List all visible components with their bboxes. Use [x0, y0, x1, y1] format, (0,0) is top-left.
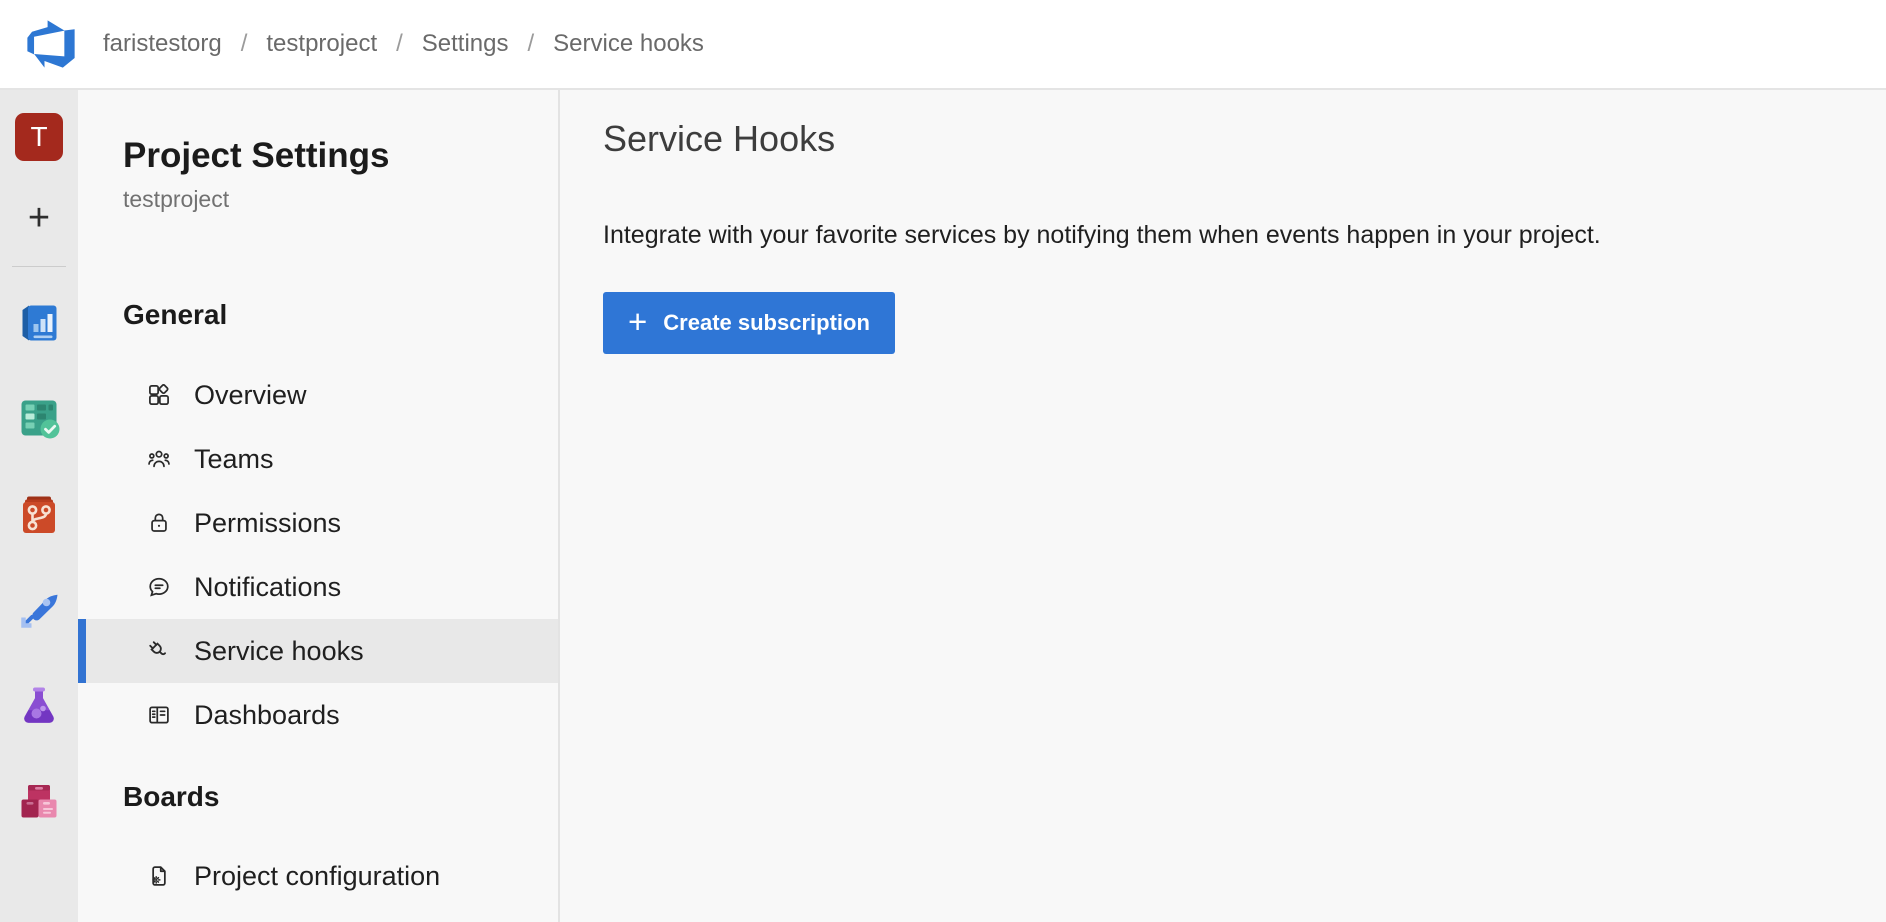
sidebar-item-service-hooks[interactable]: Service hooks — [78, 619, 558, 683]
page-title: Service Hooks — [603, 116, 1886, 162]
sidebar-item-project-configuration[interactable]: Project configuration — [78, 844, 558, 908]
project-settings-sidebar: Project Settings testproject General Ove… — [78, 90, 560, 922]
sidebar-item-label: Dashboards — [194, 700, 340, 731]
sidebar-item-teams[interactable]: Teams — [78, 427, 558, 491]
azure-devops-logo-icon[interactable] — [24, 17, 78, 71]
project-avatar[interactable]: T — [15, 113, 63, 161]
sidebar-item-label: Notifications — [194, 572, 341, 603]
plug-icon — [146, 638, 172, 664]
sidebar-item-label: Teams — [194, 444, 274, 475]
left-rail: T + — [0, 90, 78, 922]
sidebar-subtitle: testproject — [78, 186, 558, 213]
boards-rail-icon[interactable] — [15, 394, 63, 442]
test-plans-rail-icon[interactable] — [15, 682, 63, 730]
breadcrumb-separator: / — [396, 30, 403, 58]
document-gear-icon — [146, 863, 172, 889]
sidebar-item-permissions[interactable]: Permissions — [78, 491, 558, 555]
page-description: Integrate with your favorite services by… — [603, 220, 1886, 251]
plus-icon: + — [628, 305, 647, 338]
sidebar-item-notifications[interactable]: Notifications — [78, 555, 558, 619]
breadcrumb-separator: / — [241, 30, 248, 58]
breadcrumb-separator: / — [528, 30, 535, 58]
sidebar-item-label: Overview — [194, 380, 307, 411]
breadcrumb: faristestorg / testproject / Settings / … — [103, 30, 704, 58]
add-project-item-button[interactable]: + — [15, 194, 63, 242]
create-subscription-label: Create subscription — [663, 310, 870, 336]
rail-divider — [12, 266, 66, 267]
overview-rail-icon[interactable] — [15, 299, 63, 347]
sidebar-item-overview[interactable]: Overview — [78, 363, 558, 427]
sidebar-title: Project Settings — [78, 136, 558, 176]
top-bar: faristestorg / testproject / Settings / … — [0, 0, 1886, 90]
sidebar-item-label: Permissions — [194, 508, 341, 539]
dashboard-icon — [146, 702, 172, 728]
lock-icon — [146, 510, 172, 536]
section-header-boards: Boards — [78, 779, 558, 814]
section-header-general: General — [78, 297, 558, 332]
create-subscription-button[interactable]: + Create subscription — [603, 292, 895, 354]
overview-grid-icon — [146, 382, 172, 408]
artifacts-rail-icon[interactable] — [15, 777, 63, 825]
teams-people-icon — [146, 446, 172, 472]
breadcrumb-service-hooks[interactable]: Service hooks — [553, 30, 704, 58]
repos-rail-icon[interactable] — [15, 491, 63, 539]
breadcrumb-project[interactable]: testproject — [266, 30, 377, 58]
sidebar-item-label: Project configuration — [194, 861, 440, 892]
breadcrumb-organization[interactable]: faristestorg — [103, 30, 222, 58]
breadcrumb-settings[interactable]: Settings — [422, 30, 509, 58]
sidebar-item-label: Service hooks — [194, 636, 364, 667]
general-nav-list: Overview Teams — [78, 363, 558, 747]
comment-bubble-icon — [146, 574, 172, 600]
sidebar-item-dashboards[interactable]: Dashboards — [78, 683, 558, 747]
service-hooks-main-panel: Service Hooks Integrate with your favori… — [560, 90, 1886, 922]
pipelines-rail-icon[interactable] — [15, 586, 63, 634]
